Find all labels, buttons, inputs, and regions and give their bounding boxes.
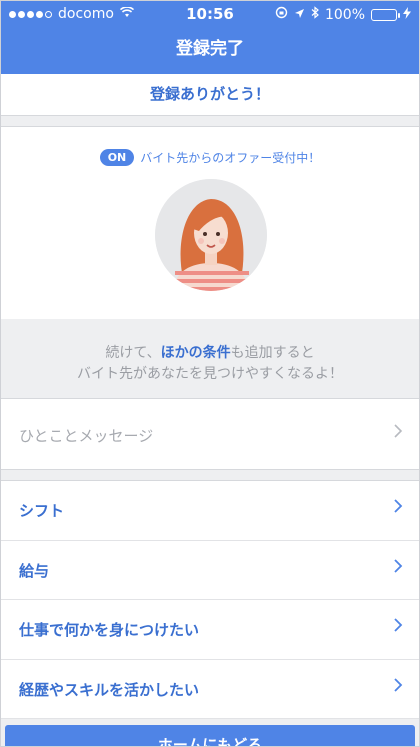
condition-row-use-experience[interactable]: 経歴やスキルを活かしたい — [1, 660, 419, 719]
hint-text-post: も追加すると — [230, 345, 315, 361]
home-button[interactable]: ホームにもどる — [5, 725, 415, 746]
profile-card: ON バイト先からのオファー受付中！ — [1, 126, 419, 319]
app-screen: docomo 10:56 100% 登録完了 登録ありがとう！ ON バイト先か… — [0, 0, 420, 747]
battery-icon — [371, 8, 400, 21]
message-row[interactable]: ひとことメッセージ — [1, 398, 419, 470]
location-icon — [294, 7, 305, 23]
chevron-right-icon — [393, 677, 403, 698]
thanks-banner: 登録ありがとう！ — [1, 74, 419, 116]
avatar-illustration — [155, 179, 267, 291]
rotation-lock-icon — [275, 6, 288, 23]
hint-text-pre: 続けて、 — [105, 345, 161, 361]
condition-label: 仕事で何かを身につけたい — [19, 621, 200, 639]
condition-label: シフト — [19, 502, 65, 520]
add-conditions-hint: 続けて、ほかの条件も追加すると バイト先があなたを見つけやすくなるよ！ — [1, 319, 419, 398]
chevron-right-icon — [393, 423, 403, 444]
message-placeholder: ひとことメッセージ — [19, 427, 154, 445]
bluetooth-icon — [311, 6, 319, 23]
status-bar: docomo 10:56 100% — [1, 1, 419, 29]
hint-line-2: バイト先があなたを見つけやすくなるよ！ — [77, 366, 343, 382]
condition-row-learn-skill[interactable]: 仕事で何かを身につけたい — [1, 600, 419, 660]
chevron-right-icon — [393, 617, 403, 638]
condition-row-shift[interactable]: シフト — [1, 481, 419, 541]
nav-bar: 登録完了 — [1, 29, 419, 74]
condition-row-salary[interactable]: 給与 — [1, 541, 419, 600]
battery-percent: 100% — [324, 6, 365, 23]
condition-label: 経歴やスキルを活かしたい — [19, 680, 200, 699]
status-right: 100% — [275, 6, 411, 23]
avatar — [155, 179, 267, 291]
chevron-right-icon — [393, 498, 403, 519]
hint-highlight: ほかの条件 — [160, 345, 231, 361]
conditions-list: シフト 給与 仕事で何かを身につけたい 経歴やスキルを活かしたい — [1, 480, 419, 719]
offer-on-badge[interactable]: ON — [99, 149, 135, 166]
condition-label: 給与 — [19, 561, 50, 580]
charging-icon — [403, 6, 411, 23]
offer-text: バイト先からのオファー受付中！ — [140, 151, 321, 165]
offer-status: ON バイト先からのオファー受付中！ — [1, 149, 419, 166]
chevron-right-icon — [393, 558, 403, 579]
page-title: 登録完了 — [176, 39, 244, 59]
hint-line-1: 続けて、ほかの条件も追加すると — [1, 343, 419, 364]
